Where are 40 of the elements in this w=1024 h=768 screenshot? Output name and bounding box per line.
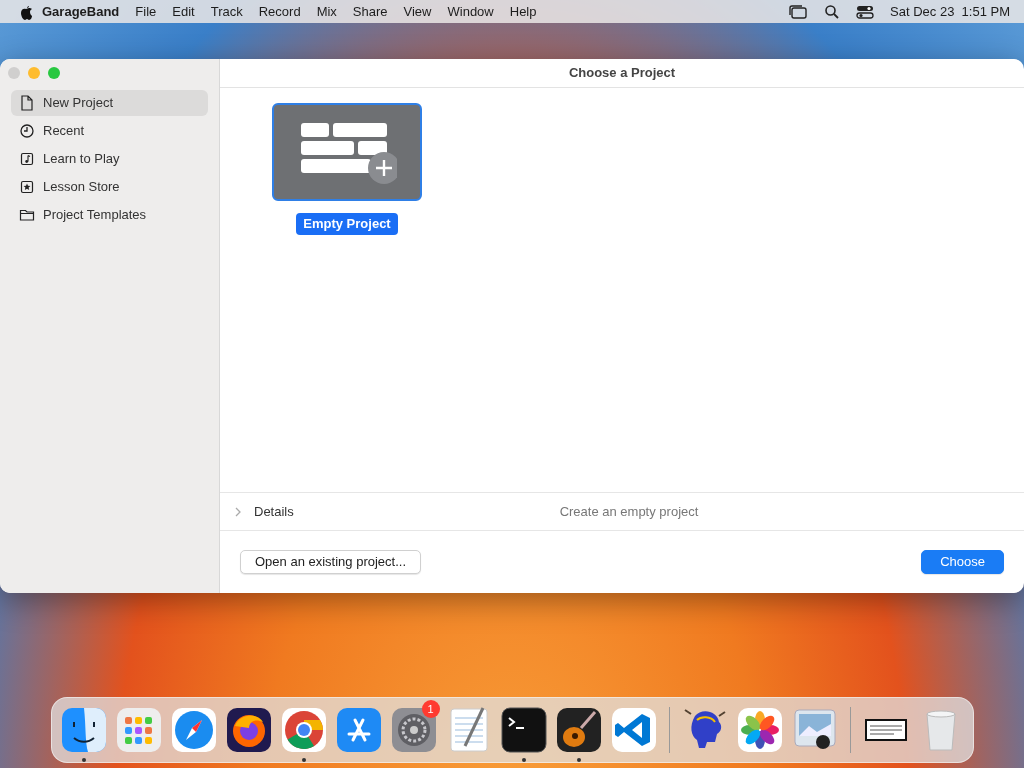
music-note-icon	[19, 151, 35, 167]
menu-item[interactable]: File	[127, 1, 165, 22]
app-grid-icon[interactable]	[114, 706, 163, 754]
guitar-icon[interactable]	[554, 706, 603, 754]
menubar-clock[interactable]: Sat Dec 23 1:51 PM	[890, 1, 1010, 22]
sidebar-item[interactable]: Recent	[11, 118, 208, 144]
details-description: Create an empty project	[559, 502, 699, 521]
notification-badge: 1	[421, 700, 440, 718]
control-center-icon[interactable]	[856, 3, 875, 20]
window-title: Choose a Project	[220, 59, 1024, 88]
windows-icon[interactable]	[788, 3, 809, 20]
flower-icon[interactable]	[735, 706, 784, 754]
menu-item[interactable]: Help	[501, 1, 545, 22]
project-label[interactable]: Empty Project	[296, 213, 398, 235]
project-thumbnail[interactable]	[272, 103, 422, 201]
letter-a-icon[interactable]	[334, 706, 383, 754]
menu-item[interactable]: Mix	[308, 1, 345, 22]
menu-item[interactable]: Edit	[164, 1, 203, 22]
app-menu[interactable]: GarageBand	[34, 1, 128, 22]
terminal-icon[interactable]	[499, 706, 548, 754]
search-icon[interactable]	[824, 3, 841, 20]
sidebar-item[interactable]: Learn to Play	[11, 146, 208, 172]
open-project-button[interactable]: Open an existing project...	[240, 550, 422, 574]
compass-icon[interactable]	[169, 706, 218, 754]
face-icon[interactable]	[59, 706, 108, 754]
gear-icon[interactable]	[389, 706, 438, 754]
sidebar-item[interactable]: Lesson Store	[11, 174, 208, 200]
angle-brackets-icon[interactable]	[609, 706, 658, 754]
document-icon	[19, 95, 35, 111]
details-toggle[interactable]: Details	[254, 501, 294, 522]
menu-item[interactable]: Window	[439, 1, 502, 22]
folder-icon	[19, 207, 35, 223]
clock-icon	[19, 123, 35, 139]
menu-item[interactable]: Share	[344, 1, 396, 22]
sidebar-item[interactable]: Project Templates	[11, 202, 208, 228]
menu-item[interactable]: Record	[250, 1, 309, 22]
choose-button[interactable]: Choose	[921, 550, 1004, 574]
menu-item[interactable]: View	[395, 1, 440, 22]
menu-item[interactable]: Track	[202, 1, 251, 22]
sidebar-item[interactable]: New Project	[11, 90, 208, 116]
